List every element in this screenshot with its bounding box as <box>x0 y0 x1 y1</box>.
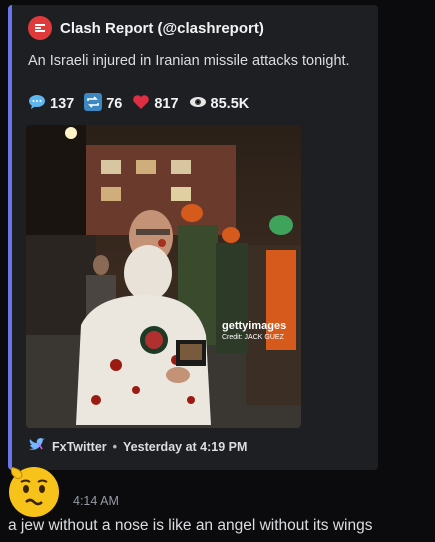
tweet-embed: Clash Report (@clashreport) An Israeli i… <box>8 5 378 470</box>
injured-man-photo: gettyimages Credit: JACK GUEZ <box>26 125 301 428</box>
embed-author-name[interactable]: Clash Report (@clashreport) <box>60 20 264 37</box>
views-count: 85.5K <box>210 96 250 112</box>
embed-image[interactable]: gettyimages Credit: JACK GUEZ <box>26 125 301 428</box>
footer-separator: • <box>112 439 118 454</box>
embed-description: An Israeli injured in Iranian missile at… <box>28 53 350 69</box>
likes-count: 817 <box>154 96 179 112</box>
clash-report-logo-icon <box>28 16 52 40</box>
footer-time: Yesterday at 4:19 PM <box>123 439 248 454</box>
replies-stat: 137 <box>28 94 74 114</box>
message-timestamp: 4:14 AM <box>73 494 119 508</box>
user-avatar[interactable] <box>4 462 64 518</box>
embed-author[interactable]: Clash Report (@clashreport) <box>28 16 264 40</box>
embed-footer: FxTwitter • Yesterday at 4:19 PM <box>28 437 247 456</box>
retweets-count: 76 <box>106 96 123 112</box>
fxtwitter-bird-icon <box>28 437 46 456</box>
repeat-icon <box>84 93 103 115</box>
speech-bubble-icon <box>28 94 46 114</box>
footer-source: FxTwitter <box>52 439 107 454</box>
retweets-stat: 76 <box>84 93 122 115</box>
embed-stats: 137 76 817 85.5K <box>28 93 249 115</box>
likes-stat: 817 <box>132 94 179 114</box>
heart-icon <box>132 94 150 114</box>
message-text: a jew without a nose is like an angel wi… <box>8 517 373 534</box>
eye-icon <box>189 95 207 113</box>
replies-count: 137 <box>50 96 75 112</box>
photo-credit: Credit: JACK GUEZ <box>222 334 285 341</box>
views-stat: 85.5K <box>189 95 250 113</box>
getty-watermark: gettyimages <box>222 320 286 332</box>
confused-emoji-icon <box>9 467 59 517</box>
